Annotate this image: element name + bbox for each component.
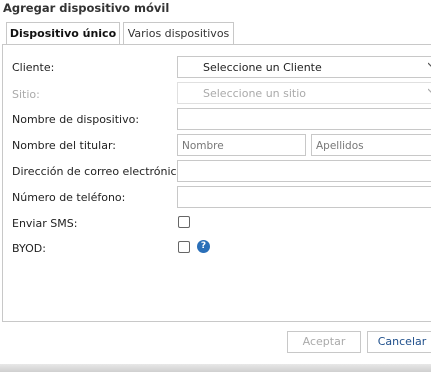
first-name-placeholder: Nombre: [182, 140, 224, 152]
dialog-title: Agregar dispositivo móvil: [3, 1, 170, 15]
last-name-placeholder: Apellidos: [316, 140, 364, 152]
last-name-input[interactable]: Apellidos: [311, 134, 431, 156]
site-label: Sitio:: [12, 88, 40, 101]
sms-checkbox[interactable]: [178, 216, 190, 228]
window-bottom-edge: [0, 364, 431, 372]
sms-label: Enviar SMS:: [12, 217, 78, 230]
help-icon[interactable]: ?: [197, 240, 210, 253]
email-label: Dirección de correo electrónico:: [12, 165, 188, 178]
email-input[interactable]: [177, 160, 431, 182]
client-select-value: Seleccione un Cliente: [203, 61, 322, 74]
holder-name-label: Nombre del titular:: [12, 139, 116, 152]
tab-single-device[interactable]: Dispositivo único: [6, 22, 120, 44]
client-select[interactable]: Seleccione un Cliente: [177, 56, 431, 78]
accept-button[interactable]: Aceptar: [287, 331, 361, 353]
device-name-input[interactable]: [177, 108, 431, 130]
cancel-button[interactable]: Cancelar: [367, 331, 431, 353]
phone-label: Número de teléfono:: [12, 191, 126, 204]
site-select[interactable]: Seleccione un sitio: [177, 82, 431, 104]
phone-input[interactable]: [177, 186, 431, 208]
site-select-value: Seleccione un sitio: [203, 87, 307, 100]
tab-multiple-devices[interactable]: Varios dispositivos: [123, 22, 234, 44]
device-name-label: Nombre de dispositivo:: [12, 113, 140, 126]
byod-checkbox[interactable]: [178, 241, 190, 253]
byod-label: BYOD:: [12, 242, 46, 255]
first-name-input[interactable]: Nombre: [177, 134, 306, 156]
client-label: Cliente:: [12, 61, 55, 74]
